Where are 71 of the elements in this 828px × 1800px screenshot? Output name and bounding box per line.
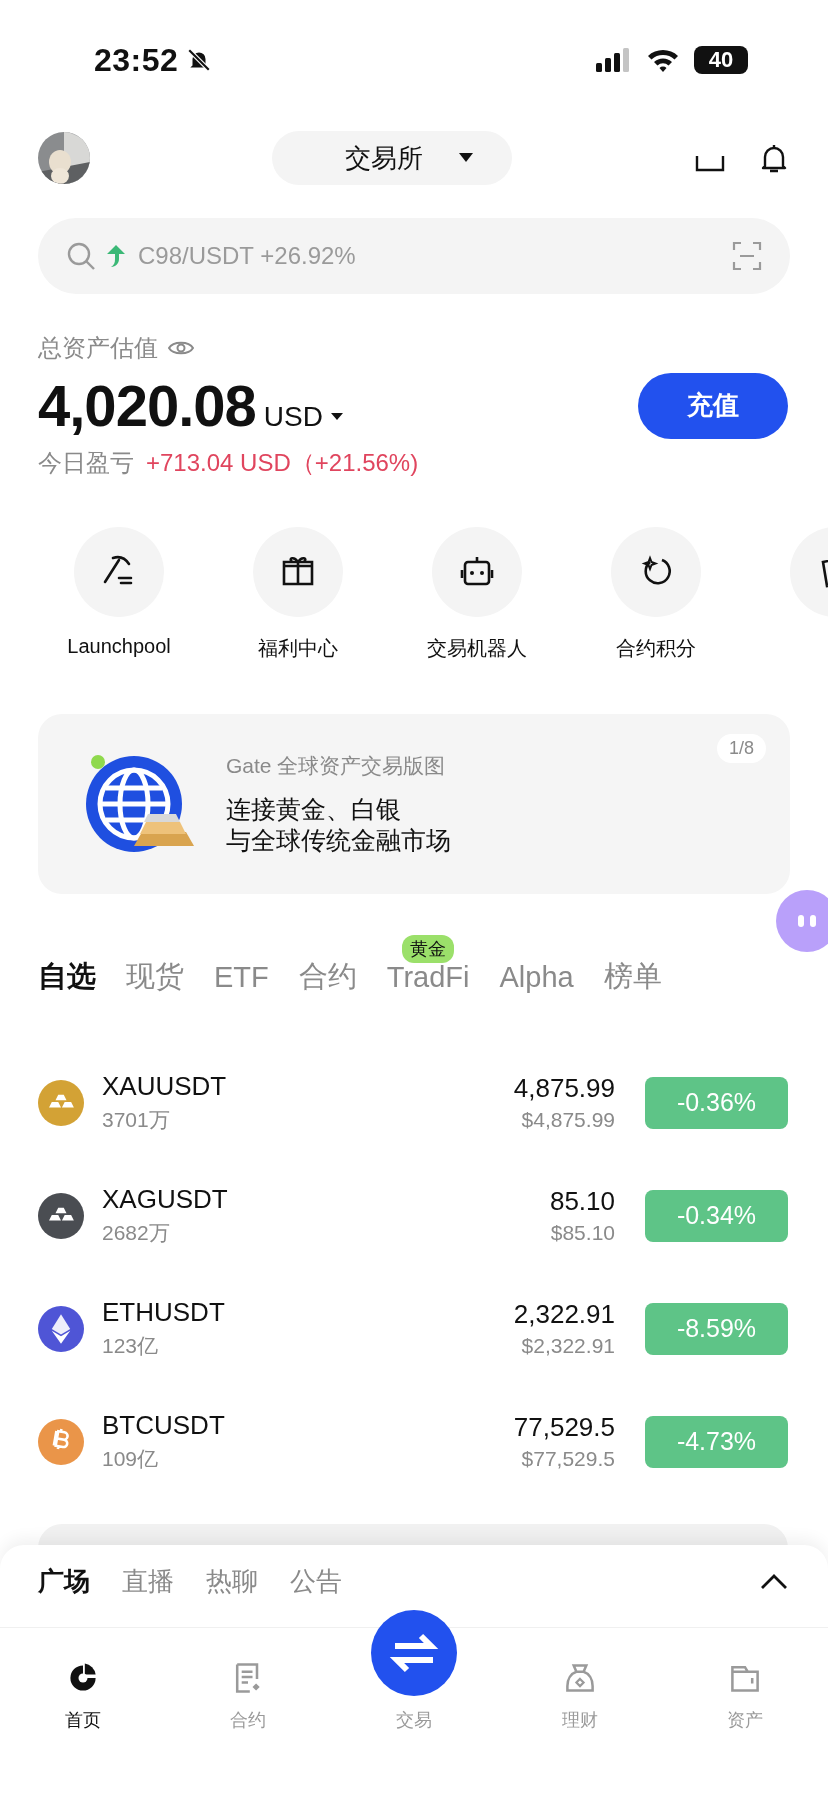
volume-text: 2682万 xyxy=(102,1220,171,1246)
asset-value: 4,020.08 xyxy=(38,372,256,439)
change-badge: -0.36% xyxy=(645,1076,788,1129)
bitcoin-icon xyxy=(38,1418,84,1465)
shortcut-label: 合约积分 xyxy=(616,636,696,661)
price-text: 85.10 xyxy=(549,1186,615,1217)
search-input[interactable]: C98/USDT +26.92% xyxy=(136,235,722,277)
change-badge: -4.73% xyxy=(645,1415,788,1468)
deposit-button[interactable]: 充值 xyxy=(638,372,788,439)
currency-selector[interactable]: USD xyxy=(263,401,343,433)
price-usd-text: $85.10 xyxy=(550,1221,615,1245)
ethereum-icon xyxy=(38,1305,84,1352)
shortcut-label: 交易机器人 xyxy=(427,636,527,661)
price-text: 77,529.5 xyxy=(513,1412,615,1443)
volume-text: 123亿 xyxy=(102,1333,160,1359)
pnl-value: +713.04 USD（+21.56%) xyxy=(146,448,419,478)
nav-tab[interactable]: 理财 xyxy=(497,1628,663,1733)
change-badge: -0.34% xyxy=(645,1189,788,1242)
market-tab[interactable]: ETF xyxy=(214,960,269,994)
page-counter: 1/8 xyxy=(716,734,766,763)
nav-tab[interactable]: 合约 xyxy=(165,1628,331,1733)
nav-tab[interactable]: 交易 xyxy=(359,1610,469,1733)
price-usd-text: $77,529.5 xyxy=(521,1447,615,1471)
market-tab[interactable]: 现货 xyxy=(126,957,184,997)
symbol-text: XAUUSDT xyxy=(102,1071,228,1102)
market-tab[interactable]: TradFi xyxy=(386,960,470,994)
eye-icon[interactable] xyxy=(168,339,194,357)
tab-badge: 黄金 xyxy=(402,934,455,963)
price-text: 4,875.99 xyxy=(513,1073,615,1104)
price-text: 2,322.91 xyxy=(513,1299,615,1330)
volume-text: 109亿 xyxy=(102,1446,160,1472)
volume-text: 3701万 xyxy=(102,1107,171,1133)
feed-tab[interactable]: 热聊 xyxy=(206,1563,258,1599)
ingot-stack-icon xyxy=(38,1192,84,1239)
market-tab[interactable]: 榜单 xyxy=(603,957,662,997)
scan-icon[interactable] xyxy=(732,241,762,271)
search-field[interactable]: C98/USDT +26.92% xyxy=(38,218,790,294)
feed-tab[interactable]: 公告 xyxy=(290,1563,342,1599)
shortcut-label: Launchpool xyxy=(67,635,171,658)
search-icon xyxy=(66,241,96,271)
exchange-selector[interactable]: 交易所 xyxy=(272,131,512,185)
battery-icon: 40 xyxy=(694,46,748,74)
market-tab[interactable]: 合约 xyxy=(298,957,357,997)
nav-tab[interactable]: 首页 xyxy=(0,1628,166,1733)
market-tab[interactable]: Alpha xyxy=(499,960,574,994)
pnl-label: 今日盈亏 xyxy=(38,448,134,478)
asset-label: 总资产估值 xyxy=(38,333,158,363)
wifi-icon xyxy=(646,48,680,72)
time-text: 23:52 xyxy=(94,41,179,79)
ingot-stack-icon xyxy=(38,1079,84,1126)
signal-icon xyxy=(596,48,632,72)
nav-tab[interactable]: 资产 xyxy=(662,1628,828,1733)
price-usd-text: $4,875.99 xyxy=(521,1108,615,1132)
symbol-text: ETHUSDT xyxy=(102,1297,226,1328)
banner-text: 连接黄金、白银 xyxy=(226,793,402,825)
feed-tab[interactable]: 直播 xyxy=(122,1563,174,1599)
bell-muted-icon xyxy=(186,47,213,73)
arrow-up-icon xyxy=(106,245,126,267)
feed-tab[interactable]: 广场 xyxy=(38,1563,90,1599)
symbol-text: XAGUSDT xyxy=(102,1184,229,1215)
banner-title: Gate 全球资产交易版图 xyxy=(226,752,447,779)
change-badge: -8.59% xyxy=(645,1302,788,1355)
shortcut-label: 福利中心 xyxy=(258,636,338,661)
caret-icon xyxy=(330,413,343,421)
swap-icon xyxy=(371,1610,457,1696)
chevron-up-icon[interactable] xyxy=(760,1572,788,1590)
symbol-text: BTCUSDT xyxy=(102,1410,226,1441)
banner-text: 与全球传统金融市场 xyxy=(226,825,451,856)
market-tab[interactable]: 自选 xyxy=(38,957,96,997)
caret-icon xyxy=(459,153,473,163)
price-usd-text: $2,322.91 xyxy=(521,1334,615,1358)
